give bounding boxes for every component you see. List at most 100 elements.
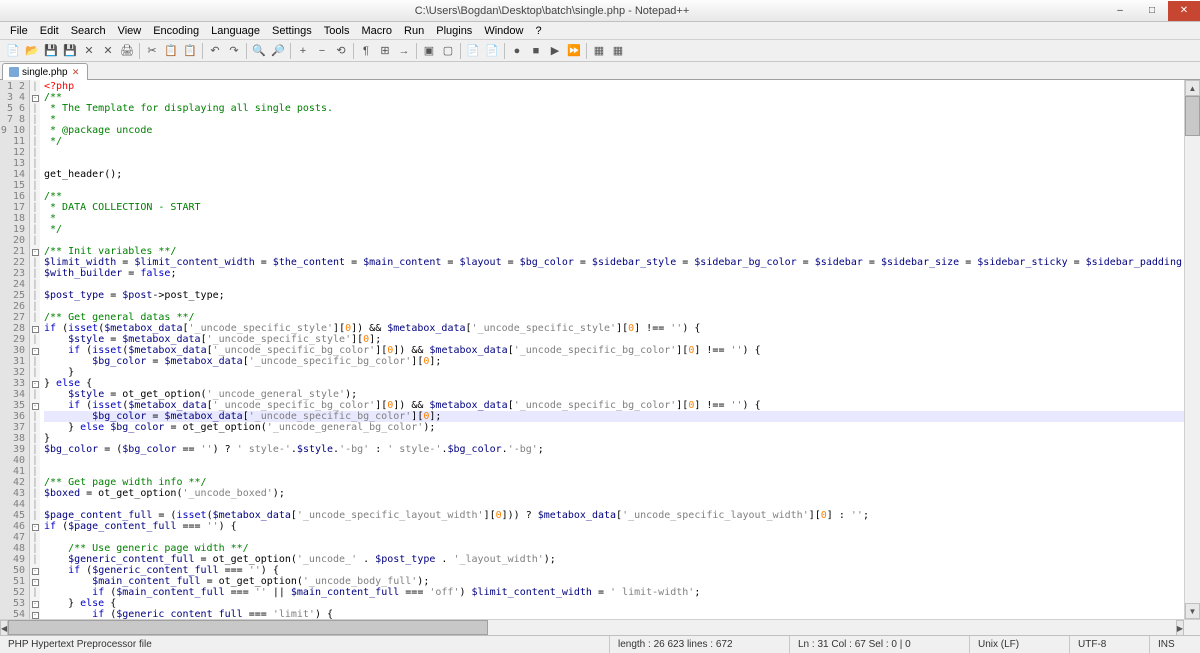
code-line[interactable]: if (isset($metabox_data['_uncode_specifi… bbox=[44, 323, 1184, 334]
fold-toggle[interactable]: - bbox=[32, 249, 39, 256]
code-line[interactable]: * DATA COLLECTION - START bbox=[44, 202, 1184, 213]
hscroll-track[interactable] bbox=[8, 620, 1176, 635]
code-line[interactable]: } else $bg_color = ot_get_option('_uncod… bbox=[44, 422, 1184, 433]
code-line[interactable]: /** Get general datas **/ bbox=[44, 312, 1184, 323]
code-line[interactable]: $style = $metabox_data['_uncode_specific… bbox=[44, 334, 1184, 345]
menu-tools[interactable]: Tools bbox=[318, 23, 356, 39]
saveall-icon[interactable]: 💾 bbox=[61, 42, 79, 60]
code-line[interactable]: if ($generic_content_full === '') { bbox=[44, 565, 1184, 576]
code-line[interactable]: get_header(); bbox=[44, 169, 1184, 180]
scroll-up-button[interactable]: ▲ bbox=[1185, 80, 1200, 96]
fold-toggle[interactable]: - bbox=[32, 403, 39, 410]
playmulti-icon[interactable]: ⏩ bbox=[565, 42, 583, 60]
menu-run[interactable]: Run bbox=[398, 23, 430, 39]
cut-icon[interactable]: ✂ bbox=[143, 42, 161, 60]
redo-icon[interactable]: ↷ bbox=[225, 42, 243, 60]
close-button[interactable] bbox=[1168, 1, 1200, 21]
macro2-icon[interactable]: ▦ bbox=[609, 42, 627, 60]
code-line[interactable] bbox=[44, 235, 1184, 246]
menu-settings[interactable]: Settings bbox=[266, 23, 318, 39]
code-line[interactable]: /** bbox=[44, 92, 1184, 103]
code-line[interactable]: /** bbox=[44, 191, 1184, 202]
code-line[interactable]: if ($generic_content_full === 'limit') { bbox=[44, 609, 1184, 619]
code-line[interactable]: $limit_width = $limit_content_width = $t… bbox=[44, 257, 1184, 268]
paste-icon[interactable]: 📋 bbox=[181, 42, 199, 60]
allchars-icon[interactable]: ⊞ bbox=[376, 42, 394, 60]
fold-toggle[interactable]: - bbox=[32, 348, 39, 355]
unfoldall-icon[interactable]: ▢ bbox=[439, 42, 457, 60]
close-icon[interactable]: ✕ bbox=[80, 42, 98, 60]
save-icon[interactable]: 💾 bbox=[42, 42, 60, 60]
code-line[interactable]: $boxed = ot_get_option('_uncode_boxed'); bbox=[44, 488, 1184, 499]
closeall-icon[interactable]: ✕ bbox=[99, 42, 117, 60]
tab-single-php[interactable]: single.php ✕ bbox=[2, 63, 88, 80]
fold-toggle[interactable]: - bbox=[32, 612, 39, 619]
vscroll-thumb[interactable] bbox=[1185, 96, 1200, 136]
doc2-icon[interactable]: 📄 bbox=[483, 42, 501, 60]
code-line[interactable]: $main_content_full = ot_get_option('_unc… bbox=[44, 576, 1184, 587]
fold-toggle[interactable]: - bbox=[32, 524, 39, 531]
sync-icon[interactable]: ⟲ bbox=[332, 42, 350, 60]
code-line[interactable]: $bg_color = ($bg_color == '') ? ' style-… bbox=[44, 444, 1184, 455]
fold-toggle[interactable]: - bbox=[32, 381, 39, 388]
code-line[interactable] bbox=[44, 499, 1184, 510]
menu-?[interactable]: ? bbox=[529, 23, 547, 39]
code-area[interactable]: <?php/** * The Template for displaying a… bbox=[40, 80, 1184, 619]
minimize-button[interactable] bbox=[1104, 1, 1136, 21]
code-line[interactable] bbox=[44, 158, 1184, 169]
play-icon[interactable]: ▶ bbox=[546, 42, 564, 60]
undo-icon[interactable]: ↶ bbox=[206, 42, 224, 60]
macro1-icon[interactable]: ▦ bbox=[590, 42, 608, 60]
code-line[interactable] bbox=[44, 180, 1184, 191]
code-line[interactable]: $style = ot_get_option('_uncode_general_… bbox=[44, 389, 1184, 400]
code-line[interactable] bbox=[44, 455, 1184, 466]
code-line[interactable]: * The Template for displaying all single… bbox=[44, 103, 1184, 114]
menu-language[interactable]: Language bbox=[205, 23, 266, 39]
code-line[interactable]: /** Use generic page width **/ bbox=[44, 543, 1184, 554]
code-line[interactable]: } else { bbox=[44, 598, 1184, 609]
code-line[interactable] bbox=[44, 147, 1184, 158]
print-icon[interactable]: 🖨 bbox=[118, 42, 136, 60]
code-line[interactable]: */ bbox=[44, 136, 1184, 147]
fold-toggle[interactable]: - bbox=[32, 95, 39, 102]
code-line[interactable]: * bbox=[44, 114, 1184, 125]
code-line[interactable]: $bg_color = $metabox_data['_uncode_speci… bbox=[44, 356, 1184, 367]
code-line[interactable]: $bg_color = $metabox_data['_uncode_speci… bbox=[44, 411, 1184, 422]
code-line[interactable]: $with_builder = false; bbox=[44, 268, 1184, 279]
zoomin-icon[interactable]: + bbox=[294, 42, 312, 60]
doc1-icon[interactable]: 📄 bbox=[464, 42, 482, 60]
scroll-left-button[interactable]: ◀ bbox=[0, 620, 8, 636]
menu-search[interactable]: Search bbox=[65, 23, 112, 39]
menu-edit[interactable]: Edit bbox=[34, 23, 65, 39]
vertical-scrollbar[interactable]: ▲ ▼ bbox=[1184, 80, 1200, 619]
code-line[interactable]: /** Init variables **/ bbox=[44, 246, 1184, 257]
code-line[interactable]: */ bbox=[44, 224, 1184, 235]
code-line[interactable]: <?php bbox=[44, 81, 1184, 92]
code-line[interactable] bbox=[44, 301, 1184, 312]
maximize-button[interactable] bbox=[1136, 1, 1168, 21]
code-line[interactable] bbox=[44, 466, 1184, 477]
fold-toggle[interactable]: - bbox=[32, 568, 39, 575]
menu-plugins[interactable]: Plugins bbox=[430, 23, 478, 39]
hscroll-thumb[interactable] bbox=[8, 620, 488, 635]
menu-file[interactable]: File bbox=[4, 23, 34, 39]
menu-view[interactable]: View bbox=[112, 23, 148, 39]
code-line[interactable]: } bbox=[44, 433, 1184, 444]
rec-icon[interactable]: ● bbox=[508, 42, 526, 60]
code-line[interactable]: $page_content_full = (isset($metabox_dat… bbox=[44, 510, 1184, 521]
open-icon[interactable]: 📂 bbox=[23, 42, 41, 60]
code-line[interactable]: * bbox=[44, 213, 1184, 224]
fold-toggle[interactable]: - bbox=[32, 579, 39, 586]
scroll-down-button[interactable]: ▼ bbox=[1185, 603, 1200, 619]
menu-window[interactable]: Window bbox=[478, 23, 529, 39]
horizontal-scrollbar[interactable]: ◀ ▶ bbox=[0, 620, 1184, 635]
fold-toggle[interactable]: - bbox=[32, 601, 39, 608]
foldall-icon[interactable]: ▣ bbox=[420, 42, 438, 60]
close-tab-icon[interactable]: ✕ bbox=[71, 67, 81, 77]
scroll-right-button[interactable]: ▶ bbox=[1176, 620, 1184, 636]
code-line[interactable]: /** Get page width info **/ bbox=[44, 477, 1184, 488]
stop-icon[interactable]: ■ bbox=[527, 42, 545, 60]
code-line[interactable] bbox=[44, 279, 1184, 290]
vscroll-track[interactable] bbox=[1185, 96, 1200, 603]
zoomout-icon[interactable]: − bbox=[313, 42, 331, 60]
